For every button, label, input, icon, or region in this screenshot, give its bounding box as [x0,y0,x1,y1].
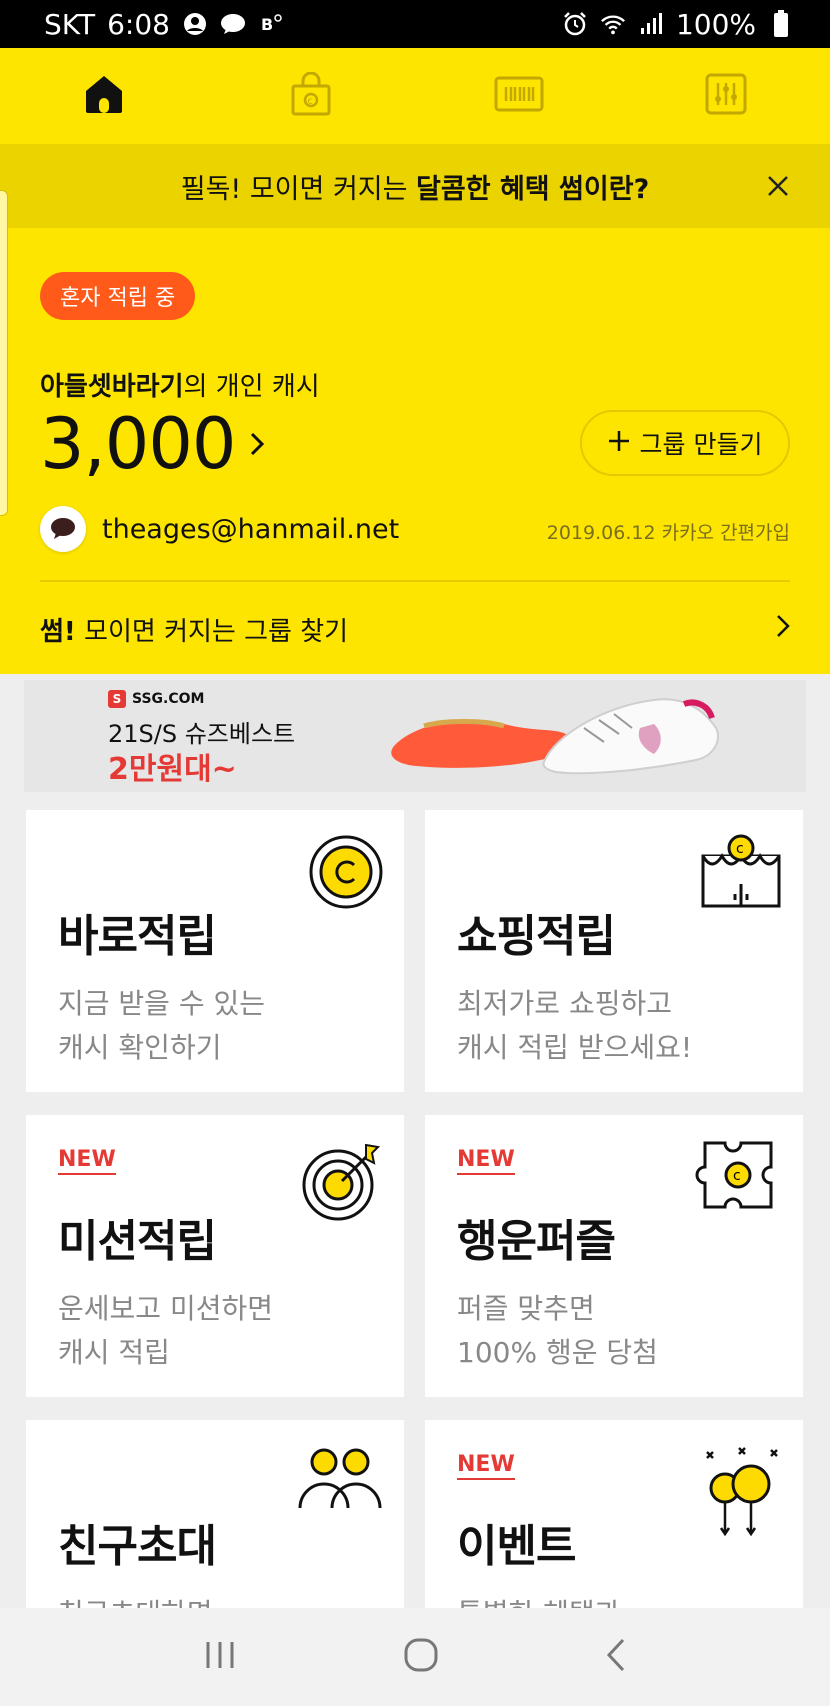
back-icon[interactable] [605,1638,627,1676]
store-icon: c [699,834,783,914]
chevron-right-icon [249,431,265,457]
notice-text-normal: 필독! 모이면 커지는 [180,173,417,205]
shopping-bag-icon: c [290,71,332,120]
cash-amount-link[interactable]: 3,000 [40,403,265,485]
puzzle-icon: c [693,1139,783,1215]
settings-sliders-icon [705,73,747,119]
svg-text:c: c [733,1168,741,1184]
card-desc: 운세보고 미션하면 캐시 적립 [58,1292,273,1369]
card-title: 바로적립 [58,911,217,962]
shoes-image [391,698,719,775]
close-icon[interactable] [760,168,796,204]
new-badge: NEW [457,1147,515,1175]
account-header: c 필독! 모이면 커지는 달콤한 혜택 썸이란? 혼자 적립 중 아들셋바라기… [0,48,830,674]
cash-amount: 3,000 [40,403,236,485]
create-group-label: 그룹 만들기 [639,430,763,459]
tab-barcode[interactable] [415,48,623,144]
battery-icon [768,10,794,37]
alarm-icon [562,11,588,37]
notice-text: 필독! 모이면 커지는 달콤한 혜택 썸이란? [181,167,649,206]
barcode-icon [494,76,544,116]
status-bar: SKT 6:08 B 100% [0,0,830,48]
talk-icon [220,11,246,37]
notice-banner[interactable]: 필독! 모이면 커지는 달콤한 혜택 썸이란? [0,144,830,228]
carrier-label: SKT [44,7,96,41]
owner-name: 아들셋바라기 [40,372,184,402]
ad-brand: S SSG.COM [108,690,204,708]
status-badge: 혼자 적립 중 [40,272,196,320]
tab-settings[interactable] [623,48,830,144]
card-instant[interactable]: 바로적립 지금 받을 수 있는 캐시 확인하기 [26,810,404,1092]
top-nav: c [0,48,830,144]
status-left: SKT 6:08 B [44,8,284,41]
ssg-logo-icon: S [108,690,126,708]
owner-suffix: 의 개인 캐시 [183,372,320,402]
status-right: 100% [562,8,794,41]
ad-brand-label: SSG.COM [132,691,205,707]
balloons-icon [699,1444,783,1544]
account-email: theages@hanmail.net [102,513,400,545]
plus-icon [608,429,630,458]
card-title: 이벤트 [457,1521,576,1572]
tab-home[interactable] [0,48,208,144]
card-shopping[interactable]: 쇼핑적립 최저가로 쇼핑하고 캐시 적립 받으세요! c [425,810,803,1092]
system-nav-bar [0,1608,830,1706]
find-group-label: 모이면 커지는 그룹 찾기 [75,616,349,647]
card-desc: 최저가로 쇼핑하고 캐시 적립 받으세요! [457,987,693,1064]
home-button-icon[interactable] [403,1637,439,1677]
svg-text:c: c [308,96,314,107]
clock: 6:08 [107,7,170,41]
card-mission[interactable]: NEW 미션적립 운세보고 미션하면 캐시 적립 [26,1115,404,1397]
signal-icon [638,11,664,37]
card-title: 미션적립 [58,1216,217,1267]
svg-text:c: c [736,841,744,857]
tab-shopping[interactable]: c [208,48,416,144]
create-group-button[interactable]: 그룹 만들기 [580,410,790,476]
ad-line2: 2만원대~ [108,752,237,787]
recent-apps-icon[interactable] [203,1640,237,1674]
find-group-bold: 썸! [40,616,76,647]
find-group-text: 썸! 모이면 커지는 그룹 찾기 [40,611,348,648]
card-title: 쇼핑적립 [457,911,616,962]
battery-percent: 100% [675,7,756,41]
coin-icon [308,834,384,914]
person-circle-icon [182,11,208,37]
card-desc: 퍼즐 맞추면 100% 행운 당첨 [457,1292,658,1369]
card-puzzle[interactable]: NEW 행운퍼즐 퍼즐 맞추면 100% 행운 당첨 c [425,1115,803,1397]
ad-banner[interactable]: S SSG.COM 21S/S 슈즈베스트 2만원대~ [24,680,806,792]
target-icon [300,1139,384,1227]
cash-owner: 아들셋바라기의 개인 캐시 [40,366,320,403]
card-title: 행운퍼즐 [457,1216,616,1267]
home-icon [82,72,126,120]
wifi-icon [600,11,626,37]
edge-panel-handle[interactable] [0,190,8,516]
card-desc: 지금 받을 수 있는 캐시 확인하기 [58,987,266,1064]
find-group-link[interactable]: 썸! 모이면 커지는 그룹 찾기 [40,604,790,654]
card-title: 친구초대 [58,1521,217,1572]
chevron-right-icon [776,614,790,645]
b-icon: B [258,11,284,37]
svg-text:B: B [261,15,273,34]
join-date: 2019.06.12 카카오 간편가입 [546,522,790,544]
divider [40,580,790,582]
account-info: theages@hanmail.net [40,506,399,552]
kakao-icon [40,506,86,552]
new-badge: NEW [58,1147,116,1175]
new-badge: NEW [457,1452,515,1480]
notice-text-bold: 달콤한 혜택 썸이란? [416,173,650,205]
friends-icon [296,1444,384,1512]
